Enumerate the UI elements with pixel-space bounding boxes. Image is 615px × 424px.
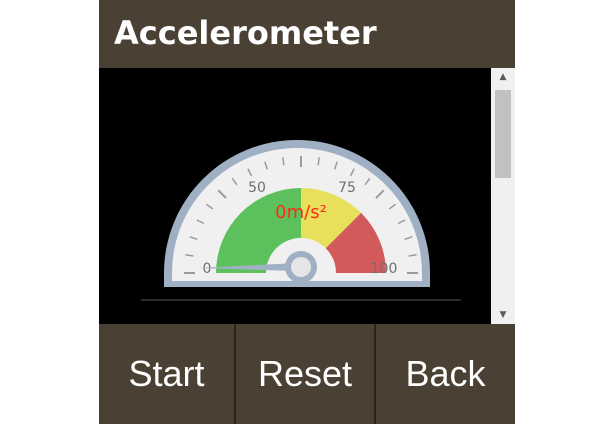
- tick-label-50: 50: [248, 180, 266, 196]
- gauge-panel: 0 50 75 100 0m/s² ▲ ▼: [99, 68, 515, 324]
- scroll-down-arrow-icon[interactable]: ▼: [491, 306, 515, 324]
- accelerometer-gauge: 0 50 75 100 0m/s²: [141, 140, 461, 301]
- gauge-hub-center: [291, 257, 311, 277]
- button-bar: Start Reset Back: [99, 324, 515, 424]
- vertical-scrollbar[interactable]: ▲ ▼: [491, 68, 515, 324]
- start-button[interactable]: Start: [99, 324, 234, 424]
- tick-label-75: 75: [338, 180, 356, 196]
- title-bar: Accelerometer: [99, 0, 515, 68]
- accelerometer-window: Accelerometer 0 50 75 100 0m/s² ▲ ▼ Star…: [99, 0, 515, 424]
- scroll-up-arrow-icon[interactable]: ▲: [491, 68, 515, 86]
- back-button[interactable]: Back: [376, 324, 515, 424]
- tick-label-100: 100: [371, 261, 398, 277]
- reset-button[interactable]: Reset: [236, 324, 374, 424]
- tick-label-0: 0: [203, 261, 212, 277]
- scroll-thumb[interactable]: [495, 90, 511, 178]
- page-title: Accelerometer: [114, 14, 377, 52]
- gauge-value-readout: 0m/s²: [275, 202, 327, 223]
